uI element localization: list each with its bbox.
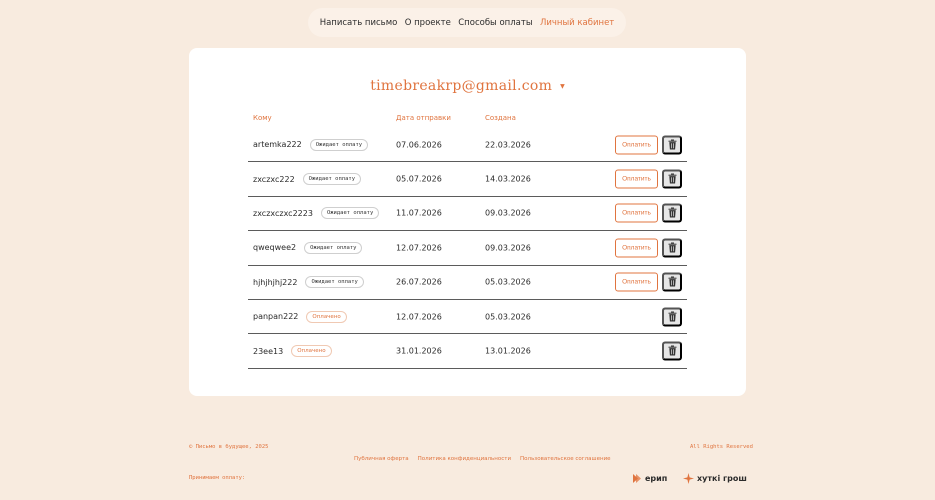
erip-icon — [633, 474, 641, 483]
table-row: panpan222 Оплачено 12.07.2026 05.03.2026 — [248, 300, 687, 335]
recipient-name: artemka222 — [253, 140, 302, 150]
nav-payment-methods[interactable]: Способы оплаты — [458, 18, 532, 28]
delete-button[interactable] — [662, 307, 682, 327]
trash-icon — [668, 172, 677, 187]
recipient-name: hjhjhjhj222 — [253, 277, 298, 287]
status-badge: Ожидает оплату — [309, 138, 369, 151]
table-row: hjhjhjhj222 Ожидает оплату 26.07.2026 05.03… — [248, 266, 687, 300]
delete-button[interactable] — [662, 341, 682, 361]
recipient-name: panpan222 — [253, 312, 299, 322]
pay-button[interactable]: Оплатить — [615, 238, 658, 258]
status-badge: Оплачено — [306, 310, 347, 323]
recipient-cell: qweqwee2 Ожидает оплату — [253, 241, 363, 254]
created-date: 09.03.2026 — [485, 208, 531, 218]
status-badge: Ожидает оплату — [320, 207, 380, 220]
status-badge: Ожидает оплату — [304, 241, 363, 254]
trash-icon — [668, 344, 677, 359]
sent-date: 12.07.2026 — [396, 312, 442, 322]
link-public-offer[interactable]: Публичная оферта — [354, 456, 409, 462]
footer-copyright: © Письмо в будущее, 2025 — [189, 444, 269, 450]
recipient-name: 23ee13 — [253, 346, 284, 356]
created-date: 22.03.2026 — [485, 140, 531, 150]
recipient-cell: 23ee13 Оплачено — [253, 345, 332, 358]
delete-button[interactable] — [662, 203, 682, 223]
recipient-name: qweqwee2 — [253, 243, 297, 253]
table-row: artemka222 Ожидает оплату 07.06.2026 22.03.… — [248, 128, 687, 163]
erip-logo-text: ерип — [645, 474, 668, 483]
delete-button[interactable] — [662, 272, 682, 292]
recipient-cell: artemka222 Ожидает оплату — [253, 138, 369, 151]
status-badge: Ожидает оплату — [302, 173, 362, 186]
link-user-agreement[interactable]: Пользовательское соглашение — [520, 456, 610, 462]
account-email[interactable]: timebreakrp@gmail.com — [370, 78, 552, 94]
recipient-cell: panpan222 Оплачено — [253, 310, 347, 323]
delete-button[interactable] — [662, 169, 682, 189]
hutki-grosh-icon — [683, 473, 694, 484]
header-sent: Дата отправки — [396, 114, 451, 122]
created-date: 14.03.2026 — [485, 174, 531, 184]
account-selector[interactable]: timebreakrp@gmail.com ▼ — [189, 78, 746, 94]
created-date: 05.03.2026 — [485, 277, 531, 287]
chevron-down-icon[interactable]: ▼ — [560, 83, 565, 90]
recipient-name: zxczxczxc2223 — [253, 208, 313, 218]
sent-date: 07.06.2026 — [396, 140, 442, 150]
recipient-cell: zxczxczxc2223 Ожидает оплату — [253, 207, 380, 220]
sent-date: 05.07.2026 — [396, 174, 442, 184]
created-date: 09.03.2026 — [485, 243, 531, 253]
trash-icon — [668, 137, 677, 152]
sent-date: 11.07.2026 — [396, 208, 442, 218]
letters-card: timebreakrp@gmail.com ▼ Кому Дата отправ… — [189, 48, 746, 396]
footer-rights: All Rights Reserved — [690, 444, 753, 450]
delete-button[interactable] — [662, 238, 682, 258]
hutki-grosh-logo: хуткі грош — [683, 473, 747, 484]
top-nav: Написать письмо О проекте Способы оплаты… — [308, 8, 626, 37]
created-date: 13.01.2026 — [485, 346, 531, 356]
delete-button[interactable] — [662, 135, 682, 155]
sent-date: 12.07.2026 — [396, 243, 442, 253]
pay-button[interactable]: Оплатить — [615, 169, 658, 189]
sent-date: 26.07.2026 — [396, 277, 442, 287]
table-row: zxczxczxc2223 Ожидает оплату 11.07.2026 09.… — [248, 197, 687, 232]
status-badge: Оплачено — [291, 345, 332, 358]
table-row: qweqwee2 Ожидает оплату 12.07.2026 09.03.20… — [248, 231, 687, 266]
trash-icon — [668, 309, 677, 324]
trash-icon — [668, 275, 677, 290]
table-row: zxczxc222 Ожидает оплату 05.07.2026 14.03.2… — [248, 162, 687, 197]
footer-links: Публичная оферта Политика конфиденциальн… — [354, 456, 611, 462]
recipient-cell: hjhjhjhj222 Ожидает оплату — [253, 276, 364, 289]
header-to: Кому — [253, 114, 272, 122]
nav-about[interactable]: О проекте — [405, 18, 451, 28]
pay-button[interactable]: Оплатить — [615, 135, 658, 155]
link-privacy-policy[interactable]: Политика конфиденциальности — [418, 456, 511, 462]
footer-accept-payment: Принимаем оплату: — [189, 475, 246, 481]
table-header: Кому Дата отправки Создана — [253, 114, 687, 126]
trash-icon — [668, 240, 677, 255]
header-created: Создана — [485, 114, 516, 122]
hutki-grosh-logo-text: хуткі грош — [697, 474, 747, 483]
erip-logo: ерип — [632, 473, 667, 484]
pay-button[interactable]: Оплатить — [615, 203, 658, 223]
nav-personal-account[interactable]: Личный кабинет — [540, 18, 614, 28]
nav-write-letter[interactable]: Написать письмо — [320, 18, 398, 28]
table-row: 23ee13 Оплачено 31.01.2026 13.01.2026 — [248, 334, 687, 369]
status-badge: Ожидает оплату — [305, 276, 364, 289]
recipient-name: zxczxc222 — [253, 174, 295, 184]
trash-icon — [668, 206, 677, 221]
pay-button[interactable]: Оплатить — [615, 272, 658, 292]
sent-date: 31.01.2026 — [396, 346, 442, 356]
recipient-cell: zxczxc222 Ожидает оплату — [253, 173, 362, 186]
created-date: 05.03.2026 — [485, 312, 531, 322]
letters-table: artemka222 Ожидает оплату 07.06.2026 22.03.… — [248, 128, 687, 369]
